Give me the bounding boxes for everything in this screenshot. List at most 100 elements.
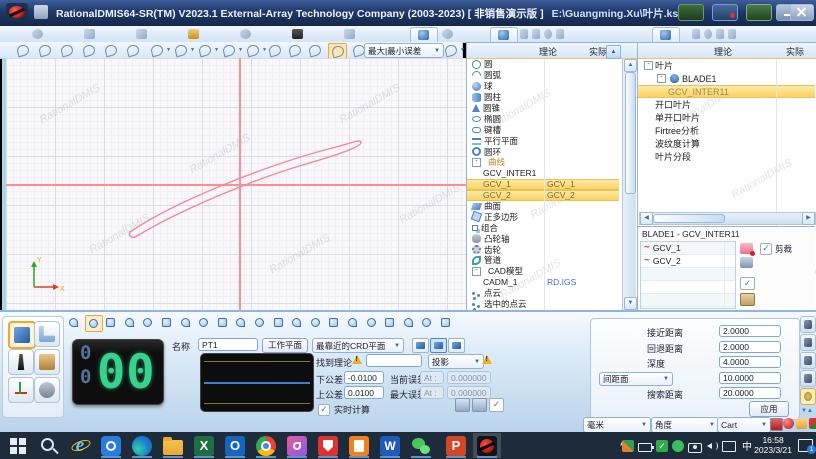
app-powerpoint[interactable] xyxy=(442,433,470,458)
blade-tree-item[interactable]: 波纹度计算 xyxy=(638,137,815,150)
scan-tool-icon-3[interactable] xyxy=(306,43,323,58)
curve-feature-icon[interactable] xyxy=(326,315,342,330)
note-icon[interactable] xyxy=(455,398,470,412)
cam-feature-icon[interactable] xyxy=(382,315,398,330)
feature-tree-item[interactable]: GCV_2 GCV_2 xyxy=(467,189,619,201)
scroll-up-button[interactable]: ▲ xyxy=(624,59,637,72)
mini-icon-4[interactable] xyxy=(554,27,564,41)
surface-feature-icon[interactable] xyxy=(345,315,361,330)
app-paint[interactable] xyxy=(283,433,311,458)
mini-icon-1[interactable] xyxy=(518,27,528,41)
mini-icon-8[interactable] xyxy=(726,27,736,41)
mini-icon-3[interactable] xyxy=(542,27,552,41)
app-chrome[interactable] xyxy=(252,433,280,458)
mini-icon-5[interactable] xyxy=(690,27,700,41)
caliper-mode-button[interactable] xyxy=(34,321,60,347)
tools-mode-button[interactable] xyxy=(34,377,60,403)
feature-tree-item[interactable]: 选中的点云 xyxy=(467,299,619,310)
notification-center-icon[interactable]: 1 xyxy=(798,439,816,454)
probe-tool-icon-5[interactable]: ▼ xyxy=(244,43,267,58)
actual-column-header[interactable]: 实际 xyxy=(786,45,804,58)
app-outlook[interactable] xyxy=(221,433,249,458)
gear-feature-icon[interactable] xyxy=(401,315,417,330)
name-input[interactable] xyxy=(198,338,258,351)
mini-icon-7[interactable] xyxy=(714,27,724,41)
feature-tree-item[interactable]: - 曲线 xyxy=(467,157,619,168)
tab-icon-1[interactable] xyxy=(30,27,46,41)
tab-icon-5[interactable] xyxy=(238,27,254,41)
feature-tree-item[interactable]: GCV_1 GCV_1 xyxy=(467,178,619,190)
scan-tool-icon-2[interactable] xyxy=(286,43,303,58)
exit-icon[interactable] xyxy=(740,293,755,306)
probe-side-icon[interactable] xyxy=(800,334,816,351)
image-tool-icon[interactable] xyxy=(102,43,119,58)
tree-expander-icon[interactable]: - xyxy=(657,74,666,83)
tray-clock[interactable]: 16:58 2023/3/21 xyxy=(754,435,792,455)
angle-dropdown[interactable]: 角度 ▼ xyxy=(651,417,719,433)
blade-tree-item[interactable]: 单开口叶片 xyxy=(638,111,815,124)
app-excel[interactable] xyxy=(190,433,218,458)
vector-point-feature-icon[interactable] xyxy=(103,315,119,330)
probe-tool-icon-3[interactable]: ▼ xyxy=(196,43,219,58)
chart-toggle-icon[interactable] xyxy=(430,338,447,353)
workplane-button[interactable]: 工作平面 xyxy=(262,338,308,353)
plane-feature-icon[interactable] xyxy=(140,315,156,330)
tab-icon-4[interactable] xyxy=(186,27,202,41)
scroll-left-button[interactable]: ◀ xyxy=(640,212,653,225)
param-value-input[interactable] xyxy=(719,325,781,337)
app-word[interactable] xyxy=(376,433,404,458)
probe-tool-icon-1-caret[interactable]: ▼ xyxy=(166,47,171,53)
blade-tree-item[interactable]: GCV_INTER11 xyxy=(638,85,815,98)
app-security[interactable] xyxy=(314,433,342,458)
coords-dropdown[interactable]: Cart ▼ xyxy=(717,417,771,433)
confirm-check-icon[interactable]: ✓ xyxy=(489,398,504,412)
tray-volume-icon[interactable] xyxy=(706,440,718,452)
pan-tool-icon[interactable] xyxy=(58,43,75,58)
app-blue[interactable] xyxy=(97,433,125,458)
upper-tolerance-input[interactable] xyxy=(344,386,384,399)
actual-column-header[interactable]: 实际 xyxy=(589,45,607,58)
settings-side-icon[interactable] xyxy=(800,388,816,405)
param-value-input[interactable] xyxy=(719,371,781,384)
start-button[interactable] xyxy=(4,433,32,458)
probe-mode-button[interactable] xyxy=(8,349,34,375)
probe-toggle-icon[interactable] xyxy=(412,338,429,353)
feature-tree-item[interactable]: 圆环 xyxy=(467,146,619,157)
clip-checkbox-row[interactable]: ✓ 剪裁 xyxy=(760,243,792,255)
mini-icon-2[interactable] xyxy=(530,27,540,41)
feature-tree-item[interactable]: 正多边形 xyxy=(467,211,619,223)
cylinder-feature-icon[interactable] xyxy=(215,315,231,330)
feature-tree-item[interactable]: 圆弧 xyxy=(467,68,619,82)
section-row[interactable] xyxy=(641,281,735,294)
features-scrollbar[interactable]: ▲ ▼ xyxy=(622,59,637,310)
section-row[interactable] xyxy=(641,294,735,307)
arc-feature-icon[interactable] xyxy=(178,315,194,330)
tray-check-icon[interactable] xyxy=(656,439,668,452)
close-button[interactable] xyxy=(790,4,814,21)
feature-tree-item[interactable]: 点云 xyxy=(467,288,619,299)
feature-tree-item[interactable]: 曲面 xyxy=(467,201,619,212)
point-feature-icon[interactable] xyxy=(84,315,103,332)
parallel-planes-feature-icon[interactable] xyxy=(289,315,305,330)
tray-color-icon[interactable] xyxy=(622,439,634,452)
feature-tree-item[interactable]: 凸轮轴 xyxy=(467,233,619,244)
tab-icon-6[interactable] xyxy=(290,27,306,41)
fixture-mode-button[interactable] xyxy=(34,349,60,375)
feature-tree-item[interactable]: 椭圆 xyxy=(467,113,619,124)
blade-tree-item[interactable]: 叶片分段 xyxy=(638,150,815,163)
units-dropdown[interactable]: 毫米 ▼ xyxy=(583,417,651,433)
feature-tree-item[interactable]: 组合 xyxy=(467,222,619,233)
feature-tree-item[interactable]: CADM_1 RD.IGS xyxy=(467,277,619,288)
monitor-tool-icon[interactable] xyxy=(124,43,141,58)
tray-camera-icon[interactable] xyxy=(688,442,702,453)
gamepad-icon[interactable] xyxy=(678,4,704,21)
app-wechat[interactable] xyxy=(407,433,435,458)
app-rationaldmis[interactable] xyxy=(473,433,501,458)
zoom-tool-icon[interactable] xyxy=(36,43,53,58)
theory-column-header[interactable]: 理论 xyxy=(714,45,732,58)
projection-dropdown[interactable]: 投影 ▼ xyxy=(428,354,484,369)
app-file-explorer[interactable] xyxy=(159,433,187,458)
scroll-down-button[interactable]: ▼ xyxy=(624,297,637,310)
crd-plane-dropdown[interactable]: 最靠近的CRD平面 ▼ xyxy=(312,338,404,353)
clip-checkbox[interactable]: ✓ xyxy=(760,243,772,255)
